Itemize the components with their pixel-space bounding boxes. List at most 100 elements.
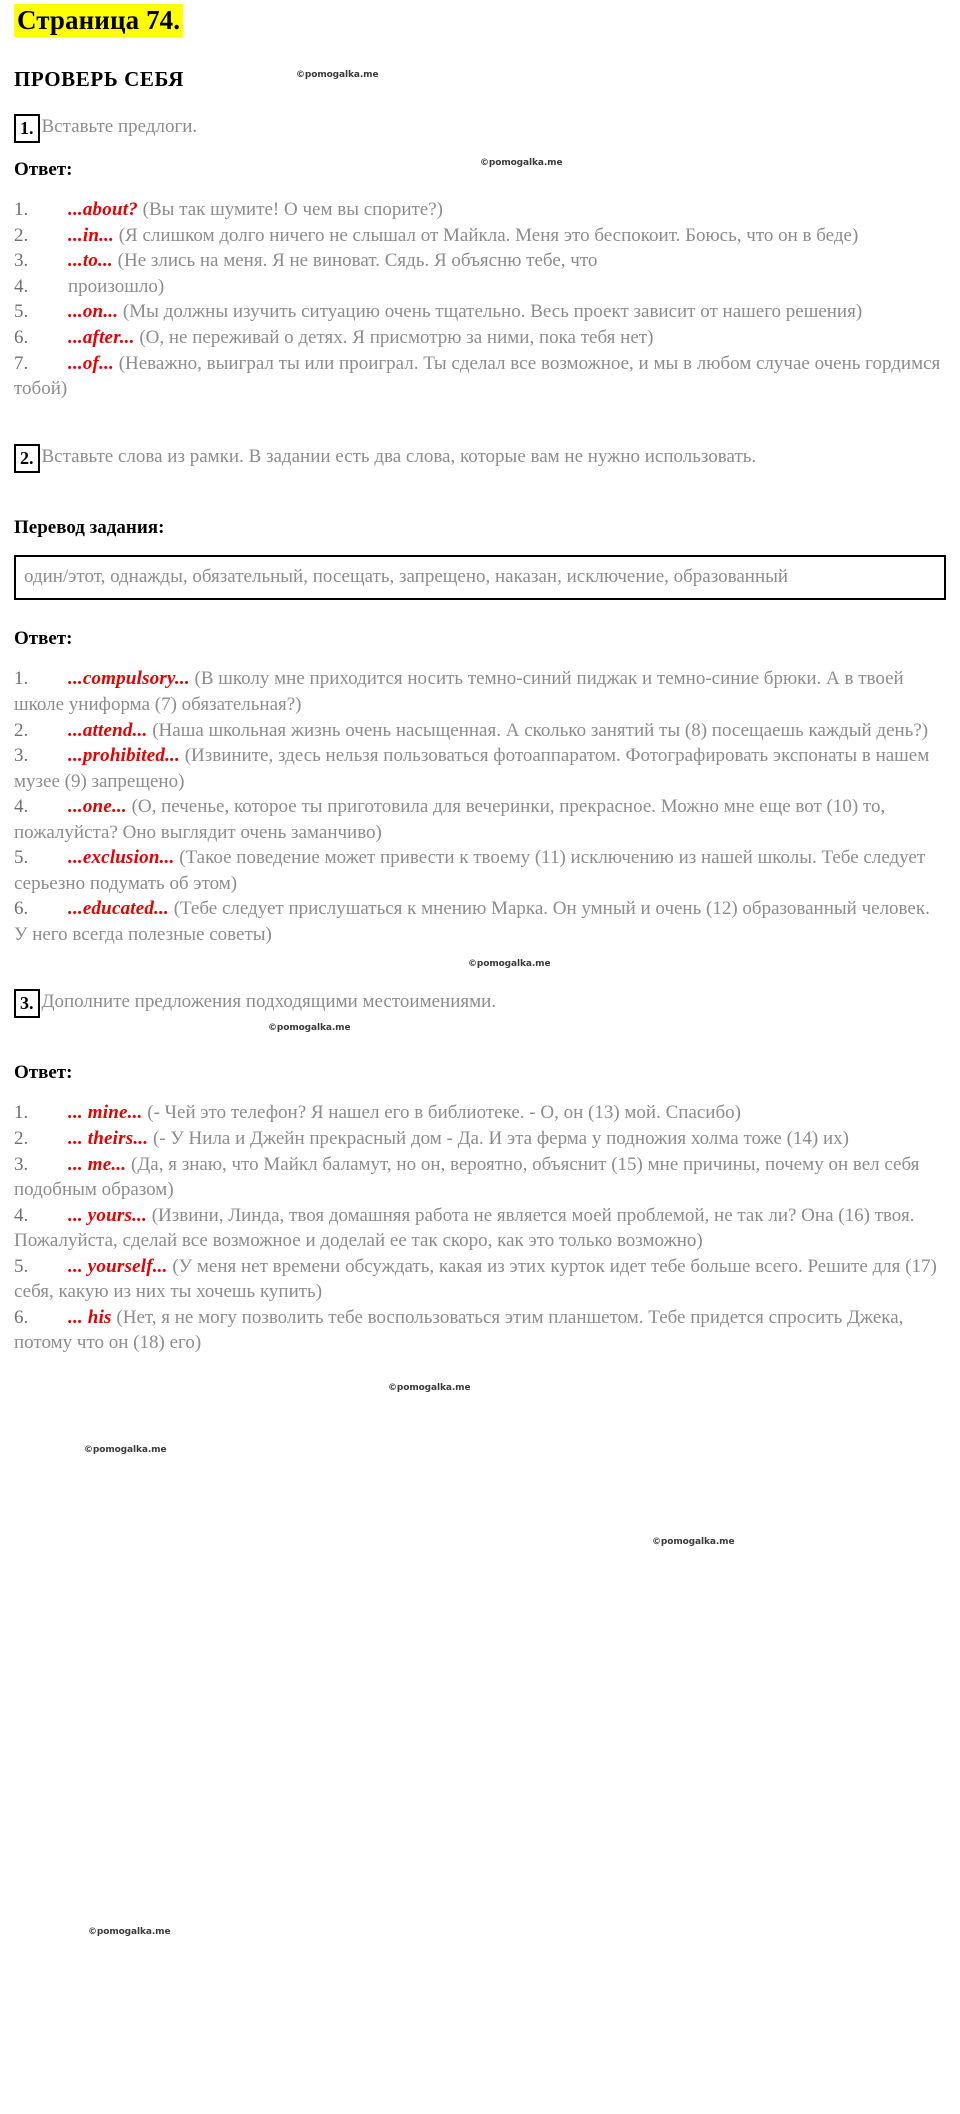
- item-number: 1.: [14, 199, 29, 221]
- item-number: 6.: [14, 1306, 29, 1328]
- list-item: 4. произошло): [14, 274, 946, 300]
- item-number: 5.: [14, 301, 29, 323]
- page-title: Страница 74.: [14, 4, 184, 38]
- list-item: 6. ... his (Нет, я не могу позволить тебе…: [14, 1305, 946, 1356]
- list-item: 3. ...to... (Не злись на меня. Я не винов…: [14, 248, 946, 274]
- item-number: 3.: [14, 250, 29, 272]
- item-number: 6.: [14, 898, 29, 920]
- list-item: 5. ...on... (Мы должны изучить ситуацию о…: [14, 299, 946, 325]
- section-heading: ПРОВЕРЬ СЕБЯ: [14, 67, 185, 92]
- exercise-2-number: 2.: [14, 443, 40, 473]
- item-number: 1.: [14, 1102, 29, 1124]
- exercise-1-answer-list: 1. ...about? (Вы так шумите! О чем вы спо…: [14, 197, 946, 401]
- answer-explanation: произошло): [68, 275, 165, 297]
- answer-key: ...attend...: [68, 719, 148, 741]
- answer-key: ...educated...: [68, 898, 169, 920]
- answer-key: ... yours...: [68, 1204, 147, 1226]
- exercise-2-prompt-row: 2. Вставьте слова из рамки. В задании ест…: [14, 443, 946, 473]
- list-item: 2. ...attend... (Наша школьная жизнь очен…: [14, 718, 946, 744]
- exercise-3-answer-list: 1. ... mine... (- Чей это телефон? Я наше…: [14, 1100, 946, 1355]
- list-item: 2. ...in... (Я слишком долго ничего не сл…: [14, 223, 946, 249]
- answer-key: ... theirs...: [68, 1128, 149, 1149]
- exercise-2-translation-label: Перевод задания:: [14, 516, 165, 538]
- answer-explanation: (- У Нила и Джейн прекрасный дом - Да. И…: [152, 1128, 850, 1149]
- list-item: 1. ...compulsory... (В школу мне приходит…: [14, 666, 946, 717]
- item-number: 3.: [14, 745, 29, 767]
- page-title-row: Страница 74.: [14, 0, 946, 38]
- item-number: 5.: [14, 1255, 29, 1277]
- answer-key: ...on...: [68, 301, 119, 323]
- item-number: 2.: [14, 719, 29, 741]
- answer-key: ...after...: [68, 326, 135, 348]
- exercise-2-answer-list: 1. ...compulsory... (В школу мне приходит…: [14, 666, 946, 947]
- answer-explanation: (Вы так шумите! О чем вы спорите?): [142, 199, 443, 221]
- answer-key: ... his: [68, 1306, 112, 1328]
- exercise-1-number: 1.: [14, 114, 40, 144]
- list-item: 2. ... theirs... (- У Нила и Джейн прекра…: [14, 1126, 946, 1152]
- answer-key: ...about?: [68, 199, 138, 221]
- item-number: 3.: [14, 1153, 29, 1175]
- item-number: 4.: [14, 796, 29, 818]
- watermark-text: ©pomogalka.me: [652, 1537, 735, 1547]
- exercise-3-number: 3.: [14, 989, 40, 1019]
- item-number: 2.: [14, 224, 29, 246]
- answer-explanation: (Извини, Линда, твоя домашняя работа не …: [14, 1204, 915, 1252]
- answer-key: ...to...: [68, 250, 113, 272]
- exercise-3-prompt: Дополните предложения подходящими местои…: [41, 991, 497, 1013]
- answer-explanation: (О, не переживай о детях. Я присмотрю за…: [139, 326, 654, 348]
- answer-explanation: (Да, я знаю, что Майкл баламут, но он, в…: [14, 1153, 920, 1201]
- answer-key: ...prohibited...: [68, 745, 180, 767]
- list-item: 6. ...educated... (Тебе следует прислушат…: [14, 896, 946, 947]
- watermark-text: ©pomogalka.me: [388, 1383, 471, 1393]
- answer-explanation: (О, печенье, которое ты приготовила для …: [14, 796, 886, 843]
- answer-key: ... mine...: [68, 1102, 143, 1124]
- list-item: 3. ...prohibited... (Извините, здесь нель…: [14, 743, 946, 794]
- list-item: 1. ... mine... (- Чей это телефон? Я наше…: [14, 1100, 946, 1126]
- answer-explanation: (Не злись на меня. Я не виноват. Сядь. Я…: [117, 250, 598, 272]
- exercise-3-prompt-row: 3. Дополните предложения подходящими мест…: [14, 989, 946, 1019]
- exercise-2-answer-label: Ответ:: [14, 628, 73, 650]
- list-item: 4. ... yours... (Извини, Линда, твоя дома…: [14, 1203, 946, 1254]
- item-number: 4.: [14, 1204, 29, 1226]
- answer-explanation: (Неважно, выиграл ты или проиграл. Ты сд…: [14, 352, 941, 400]
- item-number: 6.: [14, 326, 29, 348]
- answer-explanation: (Я слишком долго ничего не слышал от Май…: [118, 224, 859, 246]
- answer-key: ...of...: [68, 352, 114, 374]
- exercise-3-answer-label: Ответ:: [14, 1062, 73, 1084]
- item-number: 2.: [14, 1128, 29, 1149]
- exercise-1-answer-label: Ответ:: [14, 159, 73, 181]
- exercise-1-prompt-row: 1. Вставьте предлоги.: [14, 114, 946, 144]
- item-number: 1.: [14, 668, 29, 690]
- answer-key: ...one...: [68, 796, 127, 818]
- answer-key: ...in...: [68, 224, 114, 246]
- answer-explanation: (Мы должны изучить ситуацию очень тщател…: [122, 301, 863, 323]
- exercise-1-prompt: Вставьте предлоги.: [41, 116, 198, 138]
- answer-key: ... me...: [68, 1153, 127, 1175]
- word-bank-box: один/этот, однажды, обязательный, посеща…: [14, 554, 946, 601]
- answer-explanation: (- Чей это телефон? Я нашел его в библио…: [147, 1102, 741, 1124]
- document-page: Страница 74. ПРОВЕРЬ СЕБЯ 1. Вставьте пре…: [0, 0, 960, 1356]
- watermark-text: ©pomogalka.me: [88, 1927, 171, 1937]
- list-item: 5.... yourself... (У меня нет времени об…: [14, 1254, 946, 1305]
- watermark-text: ©pomogalka.me: [84, 1445, 167, 1455]
- list-item: 4. ...one... (О, печенье, которое ты приг…: [14, 794, 946, 845]
- answer-key: ...exclusion...: [68, 847, 175, 869]
- list-item: 6. ...after... (О, не переживай о детях. …: [14, 325, 946, 351]
- item-number: 4.: [14, 275, 29, 297]
- list-item: 5. ...exclusion... (Такое поведение может…: [14, 845, 946, 896]
- list-item: 1. ...about? (Вы так шумите! О чем вы спо…: [14, 197, 946, 223]
- answer-key: ...compulsory...: [68, 668, 190, 690]
- exercise-2-prompt: Вставьте слова из рамки. В задании есть …: [41, 445, 757, 467]
- item-number: 5.: [14, 847, 29, 869]
- answer-explanation: (Нет, я не могу позволить тебе воспользо…: [14, 1306, 904, 1354]
- answer-explanation: (Наша школьная жизнь очень насыщенная. А…: [152, 719, 929, 741]
- list-item: 3. ... me... (Да, я знаю, что Майкл балам…: [14, 1152, 946, 1203]
- answer-key: ... yourself...: [68, 1255, 168, 1277]
- item-number: 7.: [14, 352, 29, 374]
- list-item: 7. ...of... (Неважно, выиграл ты или прои…: [14, 351, 946, 402]
